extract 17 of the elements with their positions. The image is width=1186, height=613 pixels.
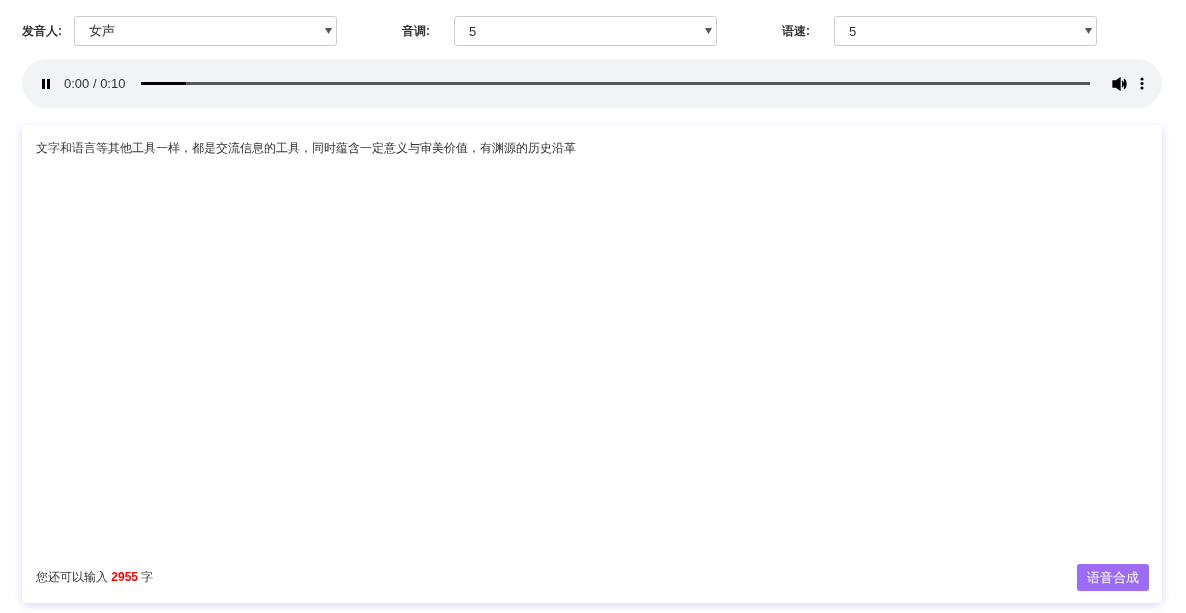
progress-track[interactable] (141, 82, 1090, 85)
character-counter: 您还可以输入 2955 字 (36, 569, 154, 586)
dropdown[interactable]: 女声 (74, 16, 337, 46)
caret-icon (1085, 28, 1092, 34)
field-label: 语速: (782, 22, 811, 40)
synthesize-button[interactable]: 语音合成 (1077, 564, 1149, 591)
volume-icon[interactable] (1112, 76, 1128, 91)
caret-icon (325, 28, 332, 34)
time-display: 0:00 / 0:10 (64, 76, 126, 91)
field-label: 发音人: (22, 22, 63, 40)
dropdown[interactable]: 5 (834, 16, 1097, 46)
pause-icon[interactable] (40, 77, 52, 90)
text-editor[interactable]: 文字和语言等其他工具一样，都是交流信息的工具，同时蕴含一定意义与审美价值，有渊源的历史沿革 您还可以输入 2955 字 语音合成 (22, 125, 1162, 603)
dropdown[interactable]: 5 (454, 16, 717, 46)
more-icon[interactable] (1140, 77, 1144, 90)
field-label: 音调: (402, 22, 431, 40)
caret-icon (705, 28, 712, 34)
